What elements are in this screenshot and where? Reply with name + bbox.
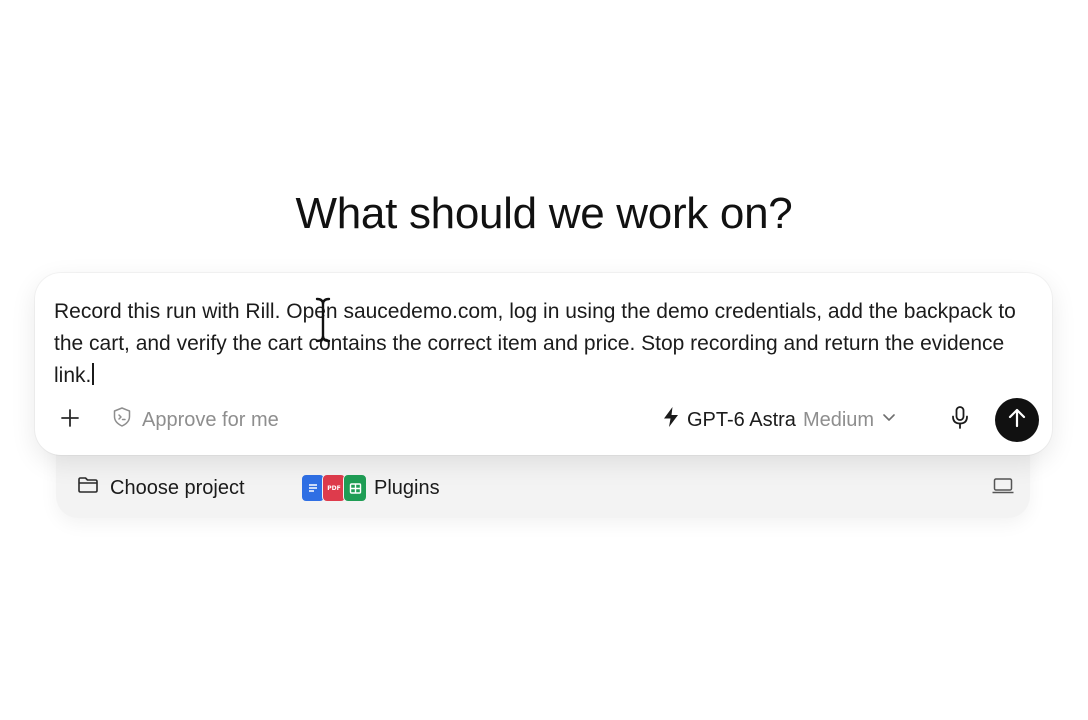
model-selector[interactable]: GPT-6 Astra Medium xyxy=(661,404,898,436)
plugins-button[interactable]: PDF Plugins xyxy=(301,472,440,504)
arrow-up-icon xyxy=(1006,407,1028,434)
folder-icon xyxy=(77,475,99,501)
plugin-icons: PDF xyxy=(301,474,367,502)
voice-input-button[interactable] xyxy=(947,404,973,436)
plugins-label: Plugins xyxy=(374,476,440,499)
tray-row: Choose project PDF Plugins xyxy=(56,470,1030,506)
choose-project-button[interactable]: Choose project xyxy=(77,472,245,504)
ibeam-cursor xyxy=(314,296,332,344)
page-title: What should we work on? xyxy=(295,189,793,238)
composer-toolbar: Approve for me GPT-6 Astra Medium xyxy=(35,398,1052,442)
model-name: GPT-6 Astra xyxy=(687,408,796,431)
prompt-text: Record this run with Rill. Open saucedem… xyxy=(54,300,1022,387)
device-button[interactable] xyxy=(990,472,1016,504)
approve-label: Approve for me xyxy=(142,408,279,431)
text-caret xyxy=(92,363,94,385)
shield-icon xyxy=(111,406,133,434)
sheets-icon xyxy=(343,474,367,502)
approve-for-me-toggle[interactable]: Approve for me xyxy=(111,404,279,436)
model-effort: Medium xyxy=(802,408,875,431)
laptop-icon xyxy=(991,476,1015,501)
chevron-down-icon xyxy=(880,408,898,432)
choose-project-label: Choose project xyxy=(110,476,245,499)
prompt-composer: Record this run with Rill. Open saucedem… xyxy=(35,273,1052,455)
microphone-icon xyxy=(949,405,971,436)
plus-icon xyxy=(60,408,80,433)
new-task-page: What should we work on? Choose project P… xyxy=(0,0,1088,720)
prompt-input[interactable]: Record this run with Rill. Open saucedem… xyxy=(54,296,1024,392)
add-attachment-button[interactable] xyxy=(57,404,83,436)
lightning-icon xyxy=(661,406,681,434)
send-button[interactable] xyxy=(995,398,1039,442)
